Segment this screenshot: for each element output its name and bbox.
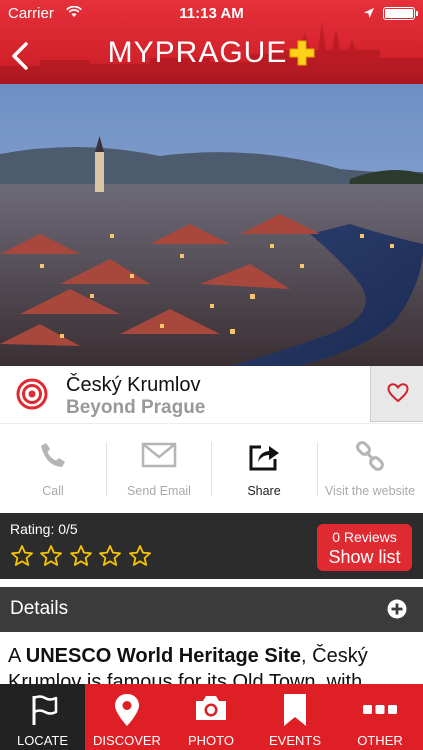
app-screen: Carrier 11:13 AM MYPRAGUE Český Krumlov … bbox=[0, 0, 423, 750]
show-reviews-button[interactable]: 0 Reviews Show list bbox=[317, 524, 412, 571]
details-text-bold: UNESCO World Heritage Site bbox=[25, 645, 302, 667]
place-category: Beyond Prague bbox=[66, 397, 206, 418]
star-icon[interactable] bbox=[128, 544, 152, 568]
show-list-label: Show list bbox=[328, 547, 401, 567]
star-rating[interactable] bbox=[10, 544, 153, 570]
location-arrow-icon bbox=[364, 8, 374, 18]
favorite-button[interactable] bbox=[370, 366, 423, 422]
bookmark-icon bbox=[284, 694, 306, 726]
tab-discover-label: DISCOVER bbox=[93, 733, 161, 748]
tab-bar: LOCATE DISCOVER PHOTO EVENTS OTHER bbox=[0, 684, 423, 750]
link-icon bbox=[356, 441, 384, 471]
tab-locate-label: LOCATE bbox=[16, 733, 69, 748]
star-icon[interactable] bbox=[98, 544, 122, 568]
star-icon[interactable] bbox=[39, 544, 63, 568]
tab-other[interactable]: OTHER bbox=[337, 684, 423, 750]
tab-photo-label: PHOTO bbox=[188, 733, 234, 748]
details-header[interactable]: Details bbox=[0, 587, 423, 632]
camera-icon bbox=[196, 696, 226, 720]
star-icon[interactable] bbox=[69, 544, 93, 568]
details-text-start: A bbox=[8, 645, 26, 667]
clock: 11:13 AM bbox=[179, 5, 244, 22]
send-email-button[interactable]: Send Email bbox=[106, 424, 212, 514]
expand-plus-icon[interactable] bbox=[387, 599, 407, 619]
app-title: MYPRAGUE bbox=[0, 36, 423, 70]
tab-events[interactable]: EVENTS bbox=[253, 684, 337, 750]
star-icon[interactable] bbox=[10, 544, 34, 568]
flag-icon bbox=[32, 695, 57, 725]
battery-icon bbox=[383, 7, 418, 20]
details-description: A UNESCO World Heritage Site, Český Krum… bbox=[8, 643, 414, 687]
app-title-text: MYPRAGUE bbox=[107, 36, 288, 69]
share-label: Share bbox=[247, 484, 281, 498]
action-bar: Call Send Email Share Visit the website bbox=[0, 423, 423, 513]
target-icon bbox=[16, 378, 48, 410]
details-title: Details bbox=[10, 598, 69, 619]
place-name: Český Krumlov bbox=[66, 374, 201, 396]
share-icon bbox=[249, 445, 279, 471]
rating-label: Rating: 0/5 bbox=[10, 521, 78, 537]
call-label: Call bbox=[42, 484, 64, 498]
header: Carrier 11:13 AM MYPRAGUE bbox=[0, 0, 423, 84]
tab-photo[interactable]: PHOTO bbox=[169, 684, 253, 750]
heart-icon bbox=[387, 383, 409, 403]
send-email-label: Send Email bbox=[127, 484, 191, 498]
more-icon bbox=[363, 705, 397, 714]
visit-website-label: Visit the website bbox=[324, 484, 416, 498]
tab-locate[interactable]: LOCATE bbox=[0, 684, 85, 750]
reviews-count: 0 Reviews bbox=[332, 529, 397, 545]
rating-panel: Rating: 0/5 0 Reviews Show list bbox=[0, 513, 423, 579]
spacer bbox=[0, 579, 423, 587]
share-button[interactable]: Share bbox=[211, 424, 317, 514]
tab-events-label: EVENTS bbox=[268, 733, 321, 748]
place-header: Český Krumlov Beyond Prague bbox=[0, 366, 423, 422]
plus-logo-icon bbox=[289, 40, 315, 66]
hero-photo bbox=[0, 84, 423, 366]
town-photo-illustration bbox=[0, 84, 423, 366]
tab-discover[interactable]: DISCOVER bbox=[85, 684, 169, 750]
envelope-icon bbox=[141, 442, 177, 468]
status-bar: Carrier 11:13 AM bbox=[0, 0, 423, 26]
call-button[interactable]: Call bbox=[0, 424, 106, 514]
tab-other-label: OTHER bbox=[357, 733, 403, 748]
visit-website-button[interactable]: Visit the website bbox=[317, 424, 423, 514]
phone-icon bbox=[41, 443, 65, 467]
map-pin-icon bbox=[115, 694, 139, 726]
